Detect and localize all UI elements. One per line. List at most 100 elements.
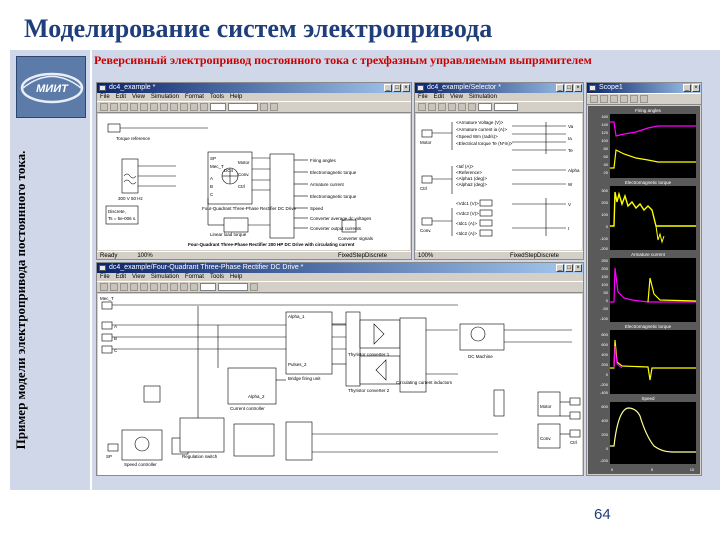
new-icon[interactable] bbox=[100, 283, 108, 291]
slide-subtitle: Реверсивный электропривод постоянного то… bbox=[94, 53, 592, 67]
statusbar: Ready 100% FixedStepDiscrete bbox=[97, 251, 411, 259]
menu-file[interactable]: File bbox=[100, 93, 110, 101]
new-icon[interactable] bbox=[418, 103, 426, 111]
menu-edit[interactable]: Edit bbox=[116, 273, 126, 281]
simulink-window-main[interactable]: dc4_example * _ □ × File Edit View Simulat… bbox=[96, 82, 412, 260]
mode-select[interactable] bbox=[218, 283, 248, 291]
y-tick-label: 200 bbox=[601, 266, 608, 271]
open-icon[interactable] bbox=[110, 283, 118, 291]
open-icon[interactable] bbox=[428, 103, 436, 111]
menu-format[interactable]: Format bbox=[185, 93, 204, 101]
cut-icon[interactable] bbox=[140, 103, 148, 111]
play-icon[interactable] bbox=[180, 283, 188, 291]
menu-view[interactable]: View bbox=[132, 273, 145, 281]
window-titlebar[interactable]: Scope1 _ × bbox=[587, 83, 701, 93]
zoom-y-icon[interactable] bbox=[630, 95, 638, 103]
library-icon[interactable] bbox=[260, 103, 268, 111]
minimize-button[interactable]: _ bbox=[556, 264, 564, 272]
parameters-icon[interactable] bbox=[600, 95, 608, 103]
stop-icon[interactable] bbox=[468, 103, 476, 111]
y-tick-label: 160 bbox=[601, 114, 608, 119]
selector-output-va: Va bbox=[568, 124, 574, 129]
zoom-x-icon[interactable] bbox=[620, 95, 628, 103]
copy-icon[interactable] bbox=[150, 283, 158, 291]
window-titlebar[interactable]: dc4_example/Four-Quadrant Three-Phase Re… bbox=[97, 263, 583, 273]
stop-time-field[interactable] bbox=[210, 103, 226, 111]
scope-panel-title: Speed bbox=[641, 396, 655, 401]
print-icon[interactable] bbox=[130, 103, 138, 111]
new-icon[interactable] bbox=[100, 103, 108, 111]
menu-file[interactable]: File bbox=[100, 273, 110, 281]
menu-simulation[interactable]: Simulation bbox=[151, 273, 179, 281]
scope-window[interactable]: Scope1 _ × Firing angles 160 140 120 100 … bbox=[586, 82, 702, 476]
menu-format[interactable]: Format bbox=[185, 273, 204, 281]
print-icon[interactable] bbox=[448, 103, 456, 111]
maximize-button[interactable]: □ bbox=[393, 84, 401, 92]
maximize-button[interactable]: □ bbox=[565, 264, 573, 272]
open-icon[interactable] bbox=[110, 103, 118, 111]
menu-simulation[interactable]: Simulation bbox=[151, 93, 179, 101]
window-titlebar[interactable]: dc4_example/Selector * _ □ × bbox=[415, 83, 583, 93]
window-titlebar[interactable]: dc4_example * _ □ × bbox=[97, 83, 411, 93]
menu-edit[interactable]: Edit bbox=[116, 93, 126, 101]
library-icon[interactable] bbox=[250, 283, 258, 291]
menu-file[interactable]: File bbox=[418, 93, 428, 101]
stop-time-field[interactable] bbox=[200, 283, 216, 291]
copy-icon[interactable] bbox=[150, 103, 158, 111]
port-motor: Motor bbox=[540, 404, 552, 409]
model-canvas[interactable]: SP Mec_T A B C Motor Conv. Ctrl Torque r… bbox=[98, 114, 410, 250]
selector-input-motor: Motor bbox=[420, 140, 432, 145]
x-tick-label: 10 bbox=[690, 467, 695, 472]
save-icon[interactable] bbox=[120, 103, 128, 111]
stop-icon[interactable] bbox=[200, 103, 208, 111]
paste-icon[interactable] bbox=[160, 283, 168, 291]
paste-icon[interactable] bbox=[160, 103, 168, 111]
print-icon[interactable] bbox=[590, 95, 598, 103]
undo-icon[interactable] bbox=[170, 103, 178, 111]
autoscale-icon[interactable] bbox=[640, 95, 648, 103]
mode-select[interactable] bbox=[228, 103, 258, 111]
save-icon[interactable] bbox=[120, 283, 128, 291]
simulink-window-subsystem[interactable]: dc4_example/Four-Quadrant Three-Phase Re… bbox=[96, 262, 584, 476]
mode-select[interactable] bbox=[494, 103, 518, 111]
play-icon[interactable] bbox=[190, 103, 198, 111]
zoom-icon[interactable] bbox=[610, 95, 618, 103]
menu-simulation[interactable]: Simulation bbox=[469, 93, 497, 101]
close-button[interactable]: × bbox=[574, 264, 582, 272]
cut-icon[interactable] bbox=[140, 283, 148, 291]
print-icon[interactable] bbox=[130, 283, 138, 291]
status-solver: FixedStepDiscrete bbox=[509, 253, 559, 259]
close-button[interactable]: × bbox=[402, 84, 410, 92]
y-tick-label: 120 bbox=[601, 130, 608, 135]
bridge-firing-label: Bridge firing unit bbox=[288, 376, 321, 381]
save-icon[interactable] bbox=[438, 103, 446, 111]
minimize-button[interactable]: _ bbox=[556, 84, 564, 92]
play-icon[interactable] bbox=[458, 103, 466, 111]
menu-edit[interactable]: Edit bbox=[434, 93, 444, 101]
menu-view[interactable]: View bbox=[450, 93, 463, 101]
scope-panel-bg bbox=[610, 330, 696, 394]
undo-icon[interactable] bbox=[170, 283, 178, 291]
minimize-button[interactable]: _ bbox=[683, 84, 691, 92]
y-tick-label: 400 bbox=[601, 352, 608, 357]
close-button[interactable]: × bbox=[692, 84, 700, 92]
minimize-button[interactable]: _ bbox=[384, 84, 392, 92]
redo-icon[interactable] bbox=[180, 103, 188, 111]
stop-time-field[interactable] bbox=[478, 103, 492, 111]
menu-tools[interactable]: Tools bbox=[210, 273, 224, 281]
explorer-icon[interactable] bbox=[270, 103, 278, 111]
maximize-button[interactable]: □ bbox=[565, 84, 573, 92]
menu-view[interactable]: View bbox=[132, 93, 145, 101]
stop-icon[interactable] bbox=[190, 283, 198, 291]
menu-help[interactable]: Help bbox=[230, 273, 242, 281]
subsystem-canvas[interactable]: Mec_T A B C SP Thyristor converter 1 Thy… bbox=[98, 294, 582, 475]
y-tick-label: 200 bbox=[601, 432, 608, 437]
window-title: dc4_example * bbox=[109, 84, 156, 91]
simulink-window-selector[interactable]: dc4_example/Selector * _ □ × File Edit Vie… bbox=[414, 82, 584, 260]
menu-help[interactable]: Help bbox=[230, 93, 242, 101]
menu-tools[interactable]: Tools bbox=[210, 93, 224, 101]
signal-electromagnetic-torque: Electromagnetic torque bbox=[310, 170, 357, 175]
selector-canvas[interactable]: Motor Ctrl Conv. <Armature Voltage (V)> … bbox=[416, 114, 582, 250]
regulation-switch-label: Regulation switch bbox=[182, 454, 218, 459]
close-button[interactable]: × bbox=[574, 84, 582, 92]
